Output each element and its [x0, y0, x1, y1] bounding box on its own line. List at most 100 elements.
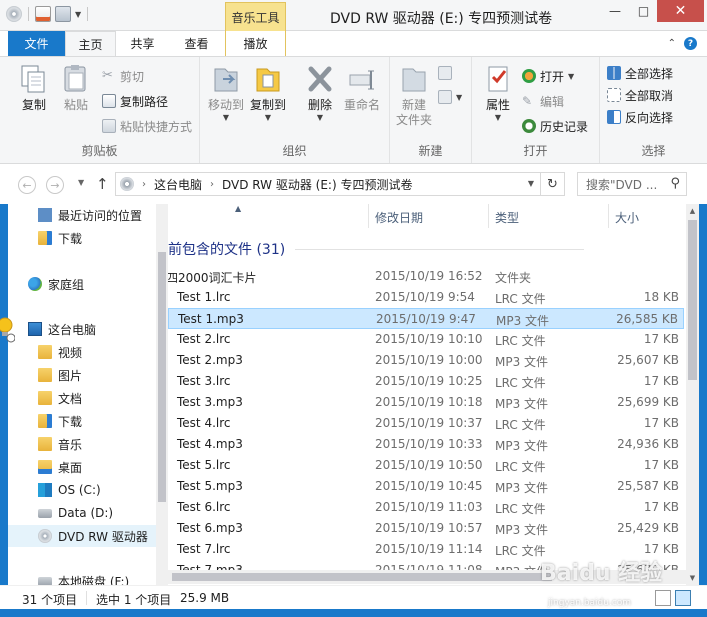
file-row[interactable]: Test 6.mp3 2015/10/19 10:57 MP3 文件 25,429 K…: [168, 518, 684, 539]
maximize-button[interactable]: □: [630, 0, 657, 22]
file-type: LRC 文件: [495, 418, 546, 432]
file-row[interactable]: Test 6.lrc 2015/10/19 11:03 LRC 文件 17 KB: [168, 497, 684, 518]
nav-item-os-c[interactable]: OS (C:): [38, 479, 168, 501]
nav-item-recent[interactable]: 最近访问的位置: [38, 204, 168, 226]
cut-button[interactable]: ✂ 剪切: [102, 66, 144, 86]
open-button[interactable]: 打开 ▼: [522, 66, 574, 86]
minimize-button[interactable]: —: [600, 0, 630, 22]
column-header-size[interactable]: 大小: [615, 209, 639, 226]
select-all-button[interactable]: 全部选择: [607, 63, 673, 83]
nav-item-downloads-pc[interactable]: 下载: [38, 410, 168, 432]
large-icons-view-button[interactable]: [675, 590, 691, 606]
file-row[interactable]: Test 3.lrc 2015/10/19 10:25 LRC 文件 17 KB: [168, 371, 684, 392]
file-type: MP3 文件: [495, 355, 549, 369]
file-list-scroll-thumb[interactable]: [688, 220, 697, 380]
breadcrumb-this-pc[interactable]: 这台电脑: [154, 176, 202, 193]
nav-item-videos[interactable]: 视频: [38, 341, 168, 363]
file-row[interactable]: Test 5.lrc 2015/10/19 10:50 LRC 文件 17 KB: [168, 455, 684, 476]
nav-item-music[interactable]: 音乐: [38, 433, 168, 455]
paste-shortcut-button[interactable]: 粘贴快捷方式: [102, 116, 192, 136]
file-row[interactable]: Test 2.mp3 2015/10/19 10:00 MP3 文件 25,607 K…: [168, 350, 684, 371]
move-to-button[interactable]: 移动到 ▼: [206, 63, 246, 122]
file-size: 24,936 KB: [617, 437, 679, 451]
address-bar[interactable]: › 这台电脑 › DVD RW 驱动器 (E:) 专四预测试卷 ▼ ↻: [115, 172, 565, 196]
help-icon[interactable]: ?: [684, 37, 697, 50]
copy-path-button[interactable]: 复制路径: [102, 91, 168, 111]
new-folder-button[interactable]: 新建 文件夹: [394, 63, 434, 128]
column-header-date[interactable]: 修改日期: [375, 209, 423, 226]
file-row[interactable]: Test 1.mp3 2015/10/19 9:47 MP3 文件 26,585 KB: [168, 308, 684, 329]
file-name: Test 1.mp3: [178, 312, 244, 326]
breadcrumb-current[interactable]: DVD RW 驱动器 (E:) 专四预测试卷: [222, 176, 412, 193]
new-folder-qat-icon[interactable]: [55, 6, 71, 22]
file-row[interactable]: Test 1.lrc 2015/10/19 9:54 LRC 文件 18 KB: [168, 287, 684, 308]
scroll-down-arrow-icon[interactable]: ▼: [686, 571, 699, 585]
file-name: Test 3.lrc: [177, 374, 231, 388]
nav-pane-scrollbar[interactable]: [156, 204, 168, 585]
window-title: DVD RW 驱动器 (E:) 专四预测试卷: [330, 11, 553, 27]
nav-item-downloads[interactable]: 下载: [38, 227, 168, 249]
column-divider[interactable]: [368, 204, 369, 228]
column-divider[interactable]: [608, 204, 609, 228]
qat-dropdown-icon[interactable]: ▼: [75, 10, 81, 19]
file-date: 2015/10/19 10:25: [375, 374, 483, 388]
nav-item-desktop[interactable]: 桌面: [38, 456, 168, 478]
new-item-button[interactable]: [438, 63, 452, 83]
horizontal-scroll-thumb[interactable]: [172, 573, 552, 581]
nav-item-documents[interactable]: 文档: [38, 387, 168, 409]
up-arrow-icon[interactable]: ↑: [96, 175, 109, 193]
nav-item-this-pc[interactable]: 这台电脑: [28, 318, 168, 340]
file-row[interactable]: Test 5.mp3 2015/10/19 10:45 MP3 文件 25,587 K…: [168, 476, 684, 497]
file-row[interactable]: Test 2.lrc 2015/10/19 10:10 LRC 文件 17 KB: [168, 329, 684, 350]
nav-item-local-f[interactable]: 本地磁盘 (F:): [38, 570, 168, 585]
column-divider[interactable]: [488, 204, 489, 228]
tab-home[interactable]: 主页: [65, 31, 116, 57]
nav-item-label: 本地磁盘 (F:): [58, 574, 130, 586]
paste-button[interactable]: 粘贴: [56, 63, 96, 113]
nav-item-pictures[interactable]: 图片: [38, 364, 168, 386]
group-header[interactable]: 当前包含的文件 (31): [168, 239, 584, 259]
history-clock-icon: [522, 119, 536, 133]
select-none-button[interactable]: 全部取消: [607, 85, 673, 105]
properties-button[interactable]: 属性 ▼: [478, 63, 518, 122]
details-view-button[interactable]: [655, 590, 671, 606]
rename-button[interactable]: 重命名: [342, 63, 382, 113]
address-dropdown-icon[interactable]: ▼: [528, 179, 534, 188]
nav-pane-scroll-thumb[interactable]: [158, 252, 166, 502]
nav-item-label: DVD RW 驱动器: [58, 529, 148, 544]
nav-item-data-d[interactable]: Data (D:): [38, 502, 168, 524]
refresh-button[interactable]: ↻: [540, 173, 564, 195]
close-button[interactable]: ✕: [657, 0, 704, 22]
tab-view[interactable]: 查看: [169, 31, 224, 56]
file-row[interactable]: Test 4.mp3 2015/10/19 10:33 MP3 文件 24,936 K…: [168, 434, 684, 455]
delete-button[interactable]: 删除 ▼: [300, 63, 340, 122]
copy-to-button[interactable]: 复制到 ▼: [248, 63, 288, 122]
history-button[interactable]: 历史记录: [522, 116, 588, 136]
nav-item-homegroup[interactable]: 家庭组: [28, 273, 168, 295]
tab-share[interactable]: 共享: [116, 31, 169, 56]
file-row[interactable]: Test 3.mp3 2015/10/19 10:18 MP3 文件 25,699 K…: [168, 392, 684, 413]
tab-play[interactable]: 播放: [225, 31, 286, 56]
file-row[interactable]: 专四2000词汇卡片 2015/10/19 16:52 文件夹: [168, 266, 684, 287]
copy-button[interactable]: 复制: [14, 63, 54, 113]
recent-locations-dropdown-icon[interactable]: ▼: [78, 178, 84, 187]
file-list-vertical-scrollbar[interactable]: ▲ ▼: [686, 204, 699, 585]
back-button[interactable]: ←: [18, 176, 36, 194]
file-row[interactable]: Test 4.lrc 2015/10/19 10:37 LRC 文件 17 KB: [168, 413, 684, 434]
forward-button[interactable]: →: [46, 176, 64, 194]
watermark-url: jingyan.baidu.com: [548, 598, 632, 608]
clipboard-group-label: 剪贴板: [81, 144, 118, 158]
nav-item-dvd-drive[interactable]: DVD RW 驱动器: [8, 525, 156, 547]
column-header-type[interactable]: 类型: [495, 209, 519, 226]
scroll-up-arrow-icon[interactable]: ▲: [686, 204, 699, 218]
easy-access-button[interactable]: ▼: [438, 87, 462, 107]
edit-button[interactable]: ✎ 编辑: [522, 91, 564, 111]
easy-access-icon: [438, 90, 452, 104]
collapse-ribbon-icon[interactable]: ⌃: [668, 38, 676, 49]
tab-file[interactable]: 文件: [8, 31, 65, 56]
invert-selection-button[interactable]: 反向选择: [607, 107, 673, 127]
properties-qat-icon[interactable]: [35, 6, 51, 22]
status-selected: 选中 1 个项目: [96, 593, 172, 607]
group-header-title: 当前包含的文件 (31): [168, 242, 286, 258]
search-box[interactable]: 搜索"DVD ... ⚲: [577, 172, 687, 196]
